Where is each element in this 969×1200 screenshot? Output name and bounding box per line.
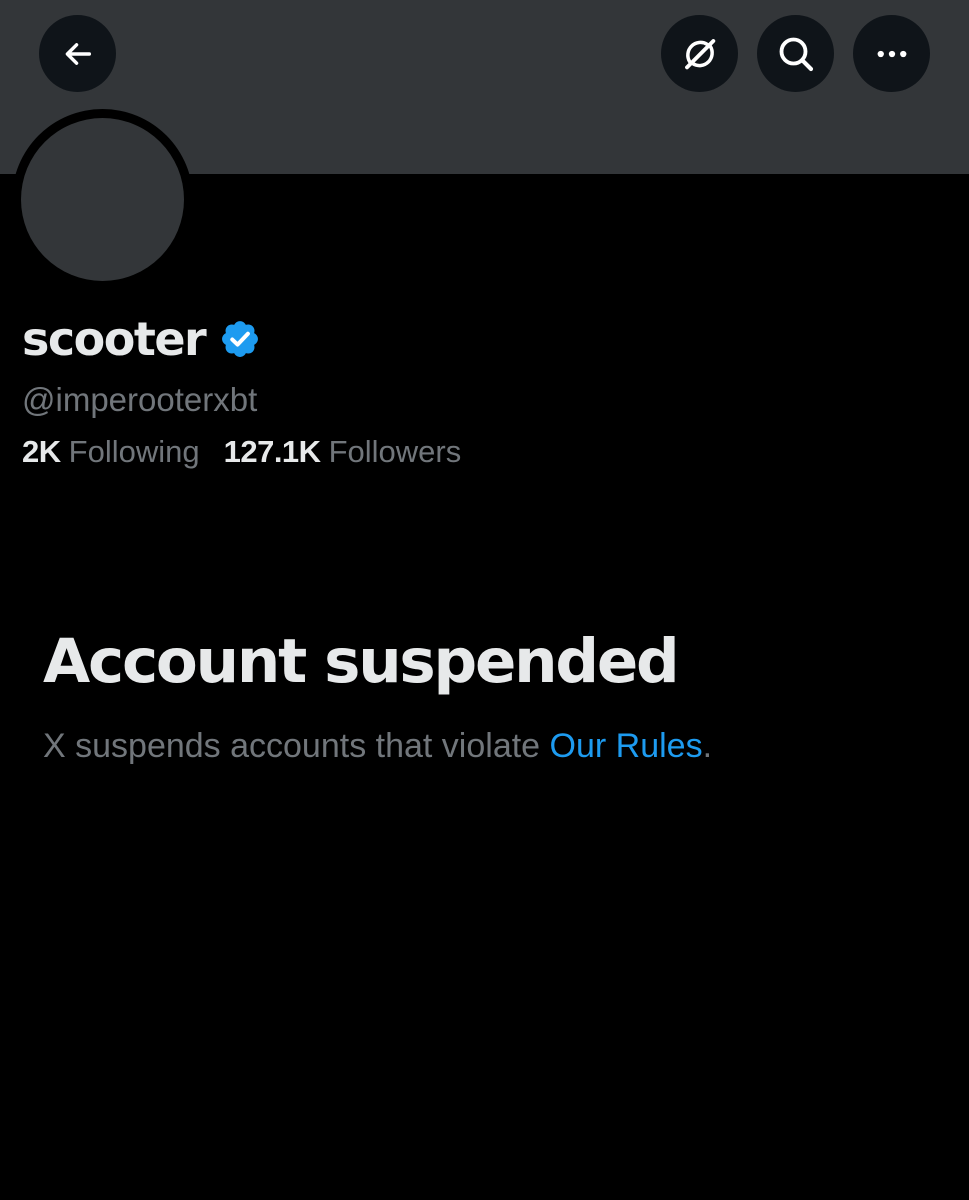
followers-link[interactable]: 127.1K Followers xyxy=(224,430,462,474)
following-link[interactable]: 2K Following xyxy=(22,430,200,474)
user-handle: @imperooterxbt xyxy=(22,381,258,418)
following-label: Following xyxy=(68,434,200,469)
more-options-button[interactable] xyxy=(853,15,930,92)
grok-slash-icon xyxy=(684,38,715,69)
following-count: 2K xyxy=(22,434,61,469)
suspension-title: Account suspended xyxy=(43,626,680,697)
search-icon xyxy=(779,37,813,71)
followers-label: Followers xyxy=(328,434,462,469)
suspension-message-text: X suspends accounts that violate xyxy=(43,727,550,765)
display-name-row: scooter xyxy=(22,309,261,369)
back-button[interactable] xyxy=(39,15,116,92)
suspension-message-period: . xyxy=(702,727,713,765)
grok-button[interactable] xyxy=(661,15,738,92)
followers-count: 127.1K xyxy=(223,434,321,469)
suspension-message: X suspends accounts that violate Our Rul… xyxy=(43,723,712,769)
our-rules-link[interactable]: Our Rules xyxy=(550,727,703,765)
search-button[interactable] xyxy=(757,15,834,92)
arrow-left-icon xyxy=(65,42,91,65)
more-dots-icon xyxy=(877,50,906,57)
verified-badge-icon[interactable] xyxy=(219,318,261,360)
avatar[interactable] xyxy=(21,118,184,281)
follow-stats: 2K Following 127.1K Followers xyxy=(22,430,461,474)
display-name: scooter xyxy=(22,312,207,366)
